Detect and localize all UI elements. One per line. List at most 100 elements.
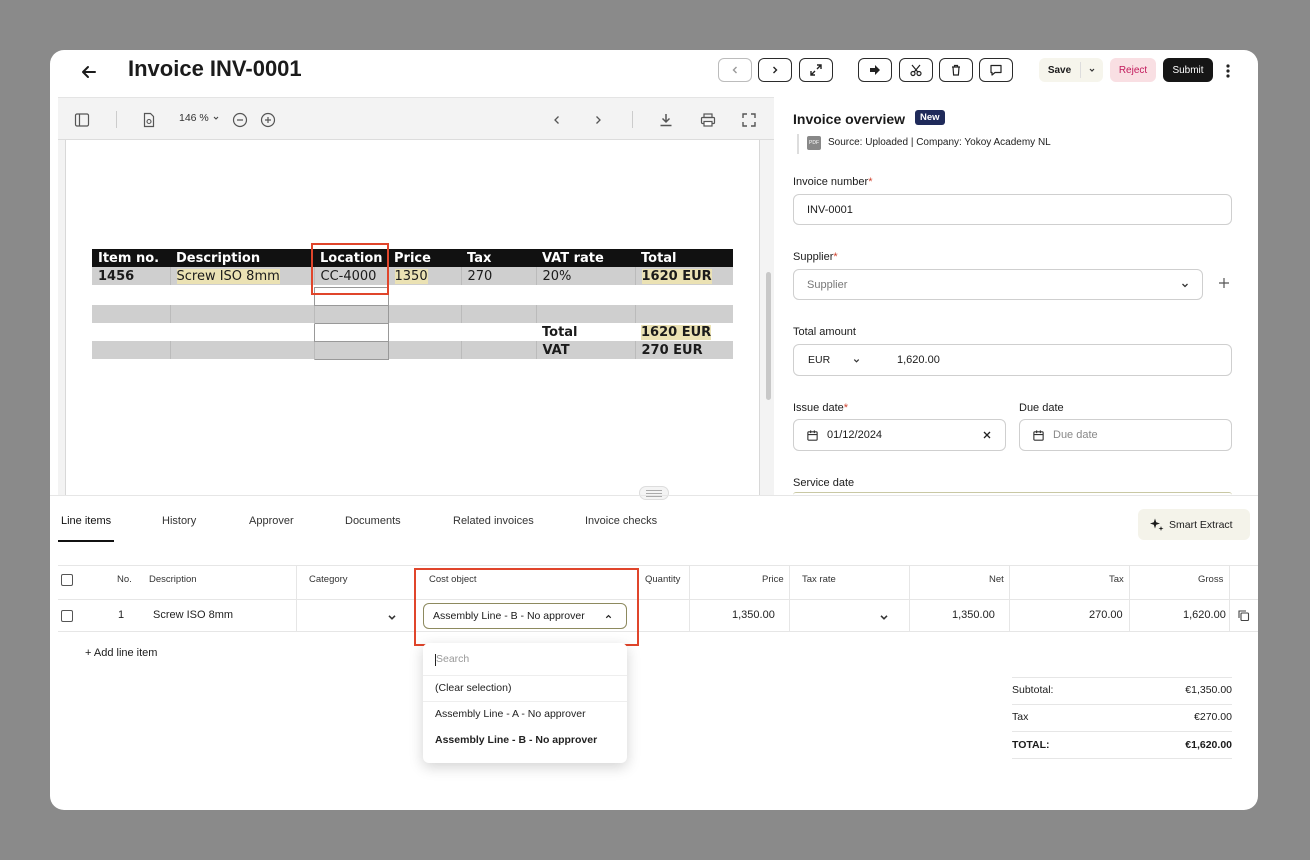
pdf-header-total: Total (641, 250, 677, 266)
supplier-select[interactable]: Supplier (793, 269, 1203, 300)
tax-value: €270.00 (1194, 711, 1232, 723)
back-arrow-icon[interactable] (78, 61, 100, 83)
col-no: No. (117, 574, 132, 585)
tab-documents[interactable]: Documents (345, 515, 401, 527)
invoice-number-field[interactable]: INV-0001 (793, 194, 1232, 225)
pdf-cell-tax: 270 (461, 267, 537, 285)
document-settings-icon[interactable] (138, 109, 160, 131)
issue-date-field[interactable]: 01/12/2024 (793, 419, 1006, 451)
resize-handle-icon[interactable] (639, 486, 669, 500)
supplier-placeholder: Supplier (807, 278, 848, 291)
forward-icon[interactable] (858, 58, 892, 82)
currency-select[interactable]: EUR (808, 354, 861, 366)
tab-invoice-checks[interactable]: Invoice checks (585, 515, 657, 527)
col-tax: Tax (1109, 574, 1124, 585)
source-bar (797, 134, 799, 154)
zoom-in-icon[interactable] (257, 109, 279, 131)
row-price[interactable]: 1,350.00 (732, 609, 775, 621)
dropdown-option-assembly-a[interactable]: Assembly Line - A - No approver (435, 708, 586, 720)
next-page-icon[interactable] (587, 109, 609, 131)
calendar-icon (1033, 429, 1044, 441)
cost-object-select[interactable]: Assembly Line - B - No approver (423, 603, 627, 629)
summary-divider (1012, 731, 1232, 732)
summary-divider (1012, 704, 1232, 705)
next-invoice-button[interactable] (758, 58, 792, 82)
zoom-select[interactable]: 146 % (179, 112, 220, 124)
category-chevron-icon[interactable] (386, 610, 398, 622)
summary-subtotal: Subtotal: €1,350.00 (1012, 684, 1232, 696)
total-label: TOTAL: (1012, 739, 1050, 751)
add-line-item-button[interactable]: + Add line item (85, 647, 157, 659)
due-date-field[interactable]: Due date (1019, 419, 1232, 451)
row-tax: 270.00 (1089, 609, 1123, 621)
save-options-chevron-icon[interactable] (1081, 58, 1103, 82)
add-supplier-icon[interactable] (1217, 276, 1231, 290)
submit-button[interactable]: Submit (1163, 58, 1213, 82)
col-net: Net (989, 574, 1004, 585)
row-checkbox[interactable] (61, 610, 73, 622)
select-all-checkbox[interactable] (61, 574, 73, 586)
pdf-grey-cell (388, 305, 462, 323)
amount-input[interactable]: 1,620.00 (897, 354, 940, 366)
invoice-window: Invoice INV-0001 Save Reject Submit 146 … (50, 50, 1258, 810)
copy-icon[interactable] (1237, 609, 1250, 622)
smart-extract-label: Smart Extract (1169, 518, 1233, 531)
clear-date-icon[interactable] (982, 430, 992, 440)
reject-button[interactable]: Reject (1110, 58, 1156, 82)
pdf-vat-value: 270 EUR (641, 342, 703, 358)
dropdown-search-input[interactable]: Search (436, 653, 469, 665)
tab-history[interactable]: History (162, 515, 196, 527)
row-description[interactable]: Screw ISO 8mm (153, 609, 233, 621)
issue-date-label-text: Issue date (793, 402, 844, 414)
invoice-number-label-text: Invoice number (793, 176, 869, 188)
viewer-scrollbar[interactable] (766, 272, 771, 400)
sidebar-toggle-icon[interactable] (71, 109, 93, 131)
tab-line-items[interactable]: Line items (61, 515, 111, 527)
sparkle-icon (1150, 518, 1164, 531)
source-text: Source: Uploaded | Company: Yokoy Academ… (828, 137, 1051, 148)
pdf-total-row-blank (92, 323, 314, 341)
delete-icon[interactable] (939, 58, 973, 82)
pdf-total-text: 1620 EUR (641, 268, 712, 284)
expand-icon[interactable] (799, 58, 833, 82)
pdf-vat-label: VAT (536, 341, 636, 359)
pdf-cell-total: 1620 EUR (635, 267, 733, 285)
calendar-icon (807, 429, 818, 441)
due-date-placeholder: Due date (1053, 429, 1098, 441)
toolbar-separator (116, 111, 117, 128)
overview-title: Invoice overview (793, 111, 906, 127)
dropdown-divider (423, 701, 627, 702)
split-scissors-icon[interactable] (899, 58, 933, 82)
dropdown-option-assembly-b[interactable]: Assembly Line - B - No approver (435, 734, 597, 746)
pdf-grey-cell (170, 305, 315, 323)
pdf-grey-cell (170, 341, 315, 359)
previous-page-icon[interactable] (546, 109, 568, 131)
fullscreen-icon[interactable] (738, 109, 760, 131)
dropdown-option-clear[interactable]: (Clear selection) (435, 682, 511, 694)
tab-approver[interactable]: Approver (249, 515, 294, 527)
more-options-icon[interactable] (1219, 60, 1237, 82)
supplier-label: Supplier* (793, 251, 838, 263)
invoice-number-value: INV-0001 (807, 203, 853, 216)
zoom-value: 146 % (179, 112, 209, 124)
download-icon[interactable] (655, 109, 677, 131)
pdf-header-price: Price (394, 250, 431, 266)
smart-extract-button[interactable]: Smart Extract (1138, 509, 1250, 540)
total-amount-label: Total amount (793, 326, 856, 338)
tab-related-invoices[interactable]: Related invoices (453, 515, 534, 527)
tax-label: Tax (1012, 711, 1029, 723)
chevron-down-icon (1182, 283, 1188, 287)
pdf-description-text: Screw ISO 8mm (176, 268, 280, 284)
chevron-up-icon (605, 614, 612, 618)
zoom-chevron-icon (213, 116, 219, 120)
comment-icon[interactable] (979, 58, 1013, 82)
zoom-out-icon[interactable] (229, 109, 251, 131)
summary-divider (1012, 677, 1232, 678)
pdf-total-value: 1620 EUR (641, 324, 712, 340)
tax-rate-chevron-icon[interactable] (878, 610, 890, 622)
save-button[interactable]: Save (1039, 58, 1080, 82)
previous-invoice-button[interactable] (718, 58, 752, 82)
save-split-button: Save (1039, 58, 1103, 82)
col-gross: Gross (1198, 574, 1224, 585)
print-icon[interactable] (697, 109, 719, 131)
